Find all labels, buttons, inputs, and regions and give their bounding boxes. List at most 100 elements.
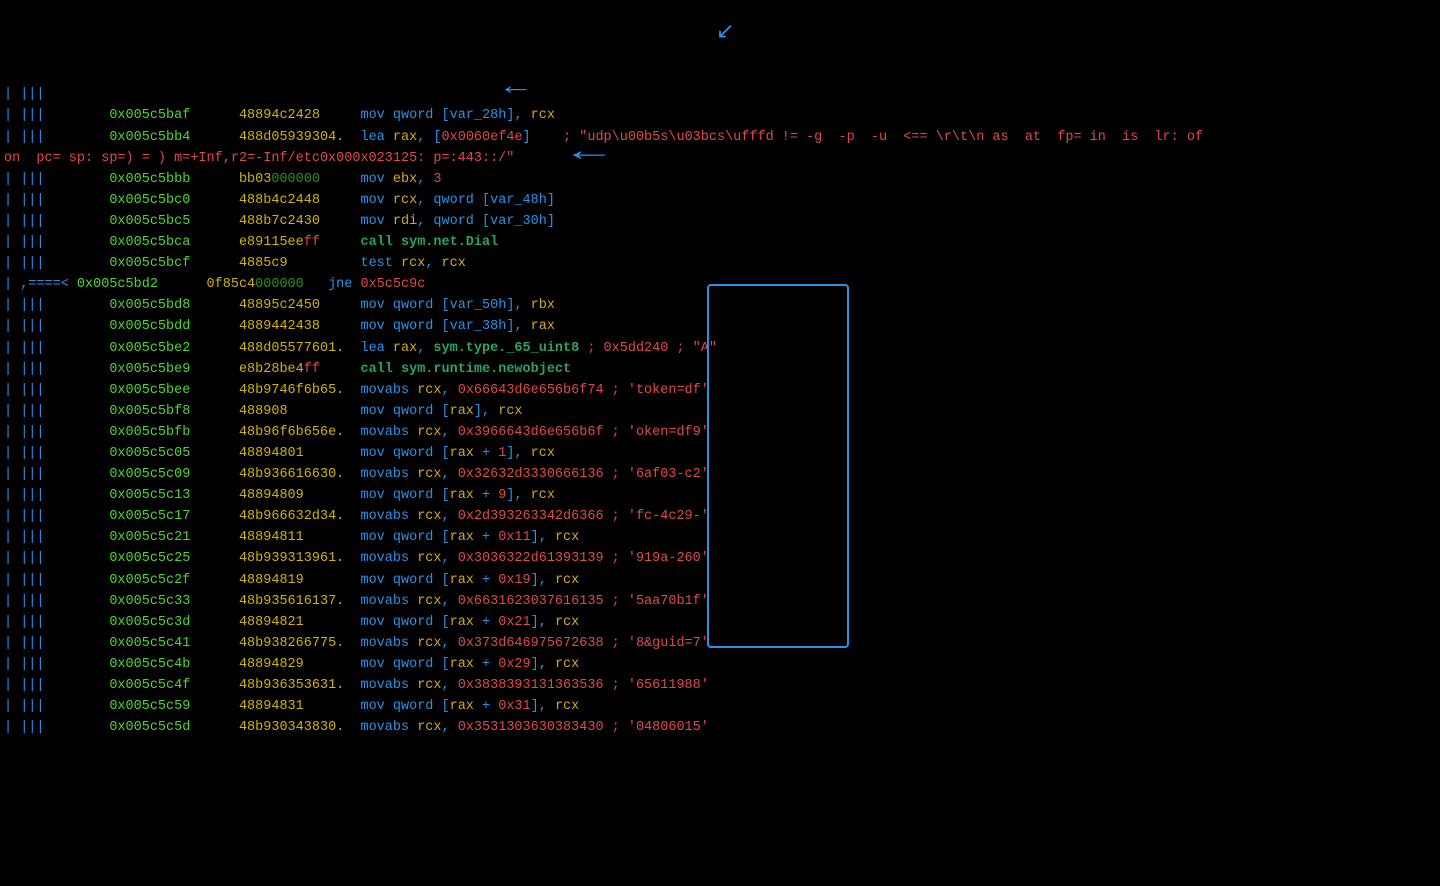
- asm-line[interactable]: | ||| 0x005c5c33 48b935616137. movabs rc…: [4, 591, 1440, 612]
- punc: ,: [482, 404, 498, 419]
- mnemonic: movabs: [360, 720, 417, 735]
- gutter: | |||: [4, 657, 69, 672]
- asm-line[interactable]: | ||| 0x005c5bdd 4889442438 mov qword [v…: [4, 316, 1440, 337]
- mnemonic: movabs: [360, 678, 417, 693]
- punc: ,: [442, 594, 458, 609]
- asm-line[interactable]: | ||| 0x005c5be2 488d05577601. lea rax, …: [4, 338, 1440, 359]
- asm-line[interactable]: | ||| 0x005c5bc5 488b7c2430 mov rdi, qwo…: [4, 211, 1440, 232]
- asm-line[interactable]: | ||| 0x005c5c59 48894831 mov qword [rax…: [4, 696, 1440, 717]
- address: 0x005c5c33: [109, 594, 190, 609]
- comment: ; '6af03-c2': [604, 467, 709, 482]
- reg: ebx: [393, 172, 417, 187]
- disassembly-listing[interactable]: | ||| | ||| 0x005c5baf 48894c2428 mov qw…: [4, 84, 1440, 738]
- asm-line[interactable]: | ||| 0x005c5c4f 48b936353631. movabs rc…: [4, 675, 1440, 696]
- bytes-zero: 000000: [255, 277, 304, 292]
- lb: [: [442, 699, 450, 714]
- bytes: 48b936616630.: [239, 467, 344, 482]
- bytes: 48894811: [239, 530, 304, 545]
- punc: ,: [514, 488, 530, 503]
- asm-line[interactable]: on pc= sp: sp=) = ) m=+Inf,r2=-Inf/etc0x…: [4, 148, 1440, 169]
- mnemonic: mov: [360, 446, 392, 461]
- asm-line[interactable]: | ||| 0x005c5c2f 48894819 mov qword [rax…: [4, 570, 1440, 591]
- reg: rax: [393, 130, 417, 145]
- bytes-ff: ff: [304, 235, 320, 250]
- mnemonic: movabs: [360, 509, 417, 524]
- annotation-arrow: ↙: [716, 22, 734, 44]
- asm-line[interactable]: | ||| 0x005c5c21 48894811 mov qword [rax…: [4, 527, 1440, 548]
- reg: rax: [450, 573, 474, 588]
- mnemonic-call: call: [360, 235, 401, 250]
- num: 0x66643d6e656b6f74: [458, 383, 604, 398]
- punc: ,: [442, 467, 458, 482]
- reg: rcx: [555, 573, 579, 588]
- num: 0x5c5c9c: [360, 277, 425, 292]
- gutter: | |||: [4, 256, 69, 271]
- mnemonic: mov: [360, 172, 392, 187]
- asm-line[interactable]: | ||| 0x005c5bbb bb03000000 mov ebx, 3: [4, 169, 1440, 190]
- reg: rcx: [498, 404, 522, 419]
- asm-line[interactable]: | ||| 0x005c5bd8 48895c2450 mov qword [v…: [4, 295, 1440, 316]
- asm-line[interactable]: | ||| 0x005c5be9 e8b28be4ff call sym.run…: [4, 359, 1440, 380]
- reg: rax: [450, 699, 474, 714]
- num: 0x0060ef4e: [442, 130, 523, 145]
- asm-line[interactable]: | ,====< 0x005c5bd2 0f85c4000000 jne 0x5…: [4, 274, 1440, 295]
- asm-line[interactable]: | ||| 0x005c5bfb 48b96f6b656e. movabs rc…: [4, 422, 1440, 443]
- bytes: 48894c2428: [239, 108, 320, 123]
- punc: ,: [514, 108, 530, 123]
- asm-line[interactable]: | ||| 0x005c5baf 48894c2428 mov qword [v…: [4, 105, 1440, 126]
- asm-line[interactable]: | ||| 0x005c5bca e89115eeff call sym.net…: [4, 232, 1440, 253]
- reg: rcx: [531, 446, 555, 461]
- op: qword: [393, 615, 442, 630]
- address: 0x005c5baf: [109, 108, 190, 123]
- punc: ,: [442, 636, 458, 651]
- gutter: | |||: [4, 720, 69, 735]
- mnemonic: lea: [360, 341, 392, 356]
- punc: ,: [442, 425, 458, 440]
- op: qword: [393, 530, 442, 545]
- reg: rax: [450, 657, 474, 672]
- num: 0x29: [498, 657, 530, 672]
- op: qword: [393, 488, 442, 503]
- punc: ,: [417, 172, 433, 187]
- sym: sym.runtime.newobject: [401, 362, 571, 377]
- asm-line[interactable]: | ||| 0x005c5c09 48b936616630. movabs rc…: [4, 464, 1440, 485]
- asm-line[interactable]: | ||| 0x005c5c41 48b938266775. movabs rc…: [4, 633, 1440, 654]
- mnemonic: movabs: [360, 467, 417, 482]
- gutter: | |||: [4, 383, 69, 398]
- bytes: 0f85c4: [207, 277, 256, 292]
- gutter: | |||: [4, 341, 69, 356]
- asm-line[interactable]: | ||| 0x005c5c05 48894801 mov qword [rax…: [4, 443, 1440, 464]
- asm-line[interactable]: | ||| 0x005c5bc0 488b4c2448 mov rcx, qwo…: [4, 190, 1440, 211]
- asm-line[interactable]: | ||| 0x005c5c13 48894809 mov qword [rax…: [4, 485, 1440, 506]
- bytes: e8b28be4: [239, 362, 304, 377]
- sym: sym.type._65_uint8: [433, 341, 579, 356]
- asm-line[interactable]: | ||| 0x005c5c5d 48b930343830. movabs rc…: [4, 717, 1440, 738]
- mnemonic: mov: [360, 214, 392, 229]
- bytes: 48b939313961.: [239, 551, 344, 566]
- gutter: | |||: [4, 87, 69, 102]
- bytes: 48894829: [239, 657, 304, 672]
- asm-line[interactable]: | ||| 0x005c5bb4 488d05939304. lea rax, …: [4, 127, 1440, 148]
- address: 0x005c5c09: [109, 467, 190, 482]
- punc: ,: [425, 256, 441, 271]
- asm-line[interactable]: | ||| 0x005c5c25 48b939313961. movabs rc…: [4, 548, 1440, 569]
- asm-line[interactable]: | ||| 0x005c5bcf 4885c9 test rcx, rcx: [4, 253, 1440, 274]
- asm-line[interactable]: | ||| 0x005c5bf8 488908 mov qword [rax],…: [4, 401, 1440, 422]
- asm-line[interactable]: | ||| 0x005c5c4b 48894829 mov qword [rax…: [4, 654, 1440, 675]
- bytes: 48b96f6b656e.: [239, 425, 344, 440]
- gutter: | |||: [4, 488, 69, 503]
- bytes: 4889442438: [239, 319, 320, 334]
- comment: ; 0x5dd240 ; "A": [579, 341, 717, 356]
- asm-line[interactable]: | ||| 0x005c5c3d 48894821 mov qword [rax…: [4, 612, 1440, 633]
- address: 0x005c5c59: [109, 699, 190, 714]
- asm-line[interactable]: | |||: [4, 84, 1440, 105]
- asm-line[interactable]: | ||| 0x005c5bee 48b9746f6b65. movabs rc…: [4, 380, 1440, 401]
- bytes-zero: 000000: [271, 172, 320, 187]
- bytes: 488b7c2430: [239, 214, 320, 229]
- reg: rax: [393, 341, 417, 356]
- address: 0x005c5bee: [109, 383, 190, 398]
- asm-line[interactable]: | ||| 0x005c5c17 48b966632d34. movabs rc…: [4, 506, 1440, 527]
- gutter: | |||: [4, 573, 69, 588]
- bytes: 488d05939304.: [239, 130, 344, 145]
- gutter: | |||: [4, 636, 69, 651]
